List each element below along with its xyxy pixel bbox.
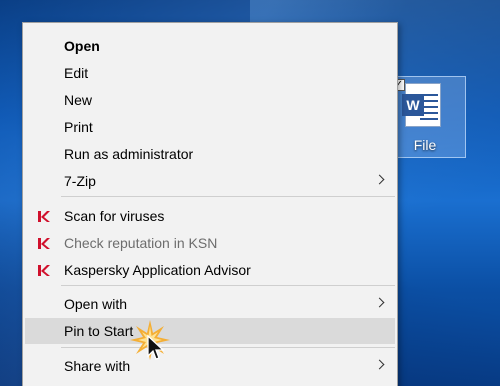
menu-item-label: Check reputation in KSN xyxy=(64,235,218,251)
submenu-arrow-icon xyxy=(374,359,385,370)
submenu-arrow-icon xyxy=(374,297,385,308)
menu-item-label: New xyxy=(64,92,93,108)
menu-item-print[interactable]: Print xyxy=(23,114,397,140)
menu-item-label: Scan for viruses xyxy=(64,208,165,224)
menu-separator xyxy=(61,347,395,348)
menu-item-label: Run as administrator xyxy=(64,146,194,162)
menu-item-scan-for-viruses[interactable]: Scan for viruses xyxy=(23,203,397,229)
menu-item-open[interactable]: Open xyxy=(23,33,397,59)
menu-item-open-with[interactable]: Open with xyxy=(23,291,397,317)
menu-item-kaspersky-advisor[interactable]: Kaspersky Application Advisor xyxy=(23,257,397,283)
menu-item-share-with[interactable]: Share with xyxy=(23,353,397,379)
kaspersky-icon xyxy=(38,265,50,276)
submenu-arrow-icon xyxy=(374,174,385,185)
kaspersky-icon xyxy=(38,211,50,222)
menu-item-label: Print xyxy=(64,119,93,135)
menu-item-label: Open xyxy=(64,38,100,54)
menu-item-label: Edit xyxy=(64,65,89,81)
menu-item-edit[interactable]: Edit xyxy=(23,60,397,86)
menu-item-new[interactable]: New xyxy=(23,87,397,113)
menu-item-7zip[interactable]: 7-Zip xyxy=(23,168,397,194)
context-menu: Open Edit New Print Run as administrator… xyxy=(22,22,398,386)
menu-item-check-reputation[interactable]: Check reputation in KSN xyxy=(23,230,397,256)
menu-item-label: Open with xyxy=(64,296,128,312)
menu-item-label: Pin to Start xyxy=(64,323,134,339)
kaspersky-icon xyxy=(38,238,50,249)
menu-item-label: Share with xyxy=(64,358,131,374)
menu-item-label: 7-Zip xyxy=(64,173,96,189)
word-document-icon: W xyxy=(402,83,441,127)
menu-item-pin-to-start[interactable]: Pin to Start xyxy=(25,318,395,344)
mouse-cursor-icon xyxy=(130,320,170,360)
menu-separator xyxy=(61,196,395,197)
menu-separator xyxy=(61,285,395,286)
menu-item-label: Kaspersky Application Advisor xyxy=(64,262,251,278)
menu-item-run-as-admin[interactable]: Run as administrator xyxy=(23,141,397,167)
